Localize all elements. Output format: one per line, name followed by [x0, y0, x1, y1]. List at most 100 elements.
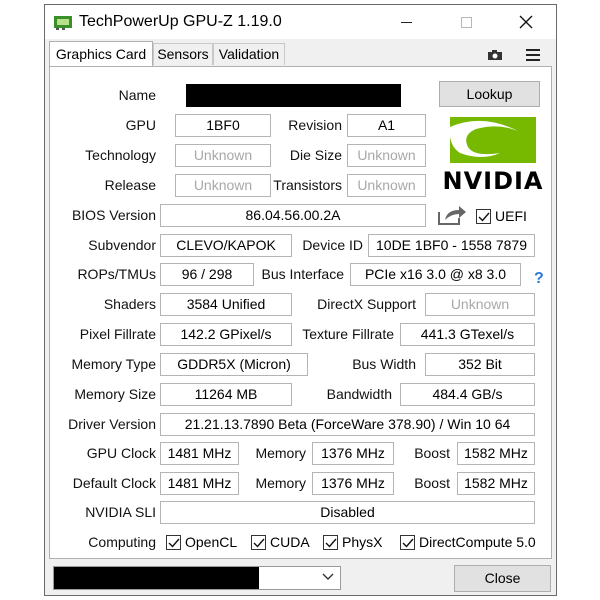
bandwidth-label: Bandwidth [326, 386, 392, 402]
bus-interface-field[interactable]: PCIe x16 3.0 @ x8 3.0 [350, 263, 521, 286]
technology-label: Technology [85, 147, 156, 163]
rops-tmus-field[interactable]: 96 / 298 [160, 263, 254, 286]
opencl-label: OpenCL [185, 534, 238, 550]
gpu-label: GPU [125, 117, 156, 133]
memory-size-label: Memory Size [74, 386, 156, 402]
physx-check-box[interactable] [323, 534, 338, 550]
memory-type-label: Memory Type [71, 356, 156, 372]
close-icon [519, 15, 533, 29]
tab-strip: Graphics Card Sensors Validation [45, 39, 556, 67]
nvidia-logo: NVIDIA [438, 115, 548, 195]
memory-type-field[interactable]: GDDR5X (Micron) [160, 353, 308, 376]
bios-version-field[interactable]: 86.04.56.00.2A [160, 204, 426, 227]
cuda-checkbox[interactable]: CUDA [251, 533, 310, 551]
checkmark-icon [168, 538, 180, 548]
release-label: Release [104, 177, 156, 193]
device-id-label: Device ID [302, 237, 363, 253]
minimize-button[interactable] [383, 5, 429, 39]
default-clock-field[interactable]: 1481 MHz [160, 472, 239, 495]
uefi-checkbox[interactable]: UEFI [476, 207, 527, 225]
texture-fillrate-label: Texture Fillrate [302, 326, 394, 342]
shaders-field[interactable]: 3584 Unified [160, 293, 292, 316]
memory-size-field[interactable]: 11264 MB [160, 383, 292, 406]
nvidia-eye-icon [449, 117, 536, 163]
gpu-memory-clock-label: Memory [255, 445, 306, 461]
technology-field[interactable]: Unknown [175, 144, 271, 167]
gpu-memory-clock-field[interactable]: 1376 MHz [312, 442, 394, 465]
tab-sensors[interactable]: Sensors [153, 43, 213, 65]
release-field[interactable]: Unknown [175, 174, 271, 197]
lookup-button[interactable]: Lookup [439, 81, 540, 107]
minimize-icon [400, 21, 412, 23]
checkmark-icon [253, 538, 265, 548]
transistors-field[interactable]: Unknown [347, 174, 426, 197]
directcompute-check-box[interactable] [400, 534, 415, 550]
computing-label: Computing [88, 534, 156, 550]
cuda-label: CUDA [270, 534, 310, 550]
die-size-field[interactable]: Unknown [347, 144, 426, 167]
driver-version-label: Driver Version [68, 416, 156, 432]
die-size-label: Die Size [289, 147, 342, 163]
nvidia-sli-label: NVIDIA SLI [85, 504, 156, 520]
shaders-label: Shaders [103, 296, 156, 312]
title-bar[interactable]: TechPowerUp GPU-Z 1.19.0 [45, 5, 556, 39]
directcompute-label: DirectCompute 5.0 [419, 534, 536, 550]
tab-graphics-card[interactable]: Graphics Card [49, 41, 153, 67]
bandwidth-field[interactable]: 484.4 GB/s [400, 383, 535, 406]
subvendor-field[interactable]: CLEVO/KAPOK [160, 234, 292, 257]
pixel-fillrate-label: Pixel Fillrate [79, 326, 156, 342]
gpu-select-dropdown[interactable] [53, 566, 341, 590]
opencl-check-box[interactable] [166, 534, 181, 550]
chevron-down-icon[interactable] [322, 573, 334, 581]
bus-interface-label: Bus Interface [261, 266, 345, 282]
subvendor-label: Subvendor [88, 237, 156, 253]
texture-fillrate-field[interactable]: 441.3 GTexel/s [400, 323, 535, 346]
camera-icon[interactable] [487, 49, 503, 61]
maximize-icon [460, 16, 472, 28]
physx-checkbox[interactable]: PhysX [323, 533, 382, 551]
tab-validation[interactable]: Validation [213, 43, 285, 65]
share-icon[interactable] [437, 204, 467, 226]
opencl-checkbox[interactable]: OpenCL [166, 533, 237, 551]
default-boost-clock-field[interactable]: 1582 MHz [457, 472, 535, 495]
physx-label: PhysX [342, 534, 383, 550]
gpu-select-value [54, 567, 259, 589]
default-clock-label: Default Clock [72, 475, 156, 491]
pixel-fillrate-field[interactable]: 142.2 GPixel/s [160, 323, 292, 346]
graphics-card-panel: Name Lookup GPU 1BF0 Revision A1 NVIDIA … [49, 66, 552, 559]
driver-version-field[interactable]: 21.21.13.7890 Beta (ForceWare 378.90) / … [160, 413, 535, 436]
default-boost-clock-label: Boost [414, 475, 450, 491]
gpu-boost-clock-field[interactable]: 1582 MHz [457, 442, 535, 465]
default-memory-clock-field[interactable]: 1376 MHz [312, 472, 394, 495]
name-field[interactable] [186, 84, 401, 107]
gpu-clock-field[interactable]: 1481 MHz [160, 442, 239, 465]
bus-width-label: Bus Width [352, 356, 416, 372]
bus-width-field[interactable]: 352 Bit [425, 353, 535, 376]
directx-support-label: DirectX Support [317, 296, 416, 312]
window-title: TechPowerUp GPU-Z 1.19.0 [79, 13, 282, 30]
revision-field[interactable]: A1 [347, 114, 426, 137]
close-button[interactable]: Close [454, 565, 551, 592]
checkmark-icon [402, 538, 414, 548]
transistors-label: Transistors [273, 177, 342, 193]
directx-support-field[interactable]: Unknown [425, 293, 535, 316]
uefi-label: UEFI [495, 208, 527, 224]
nvidia-sli-field[interactable]: Disabled [160, 501, 535, 524]
checkmark-icon [478, 212, 490, 222]
uefi-check-box[interactable] [476, 208, 491, 224]
device-id-field[interactable]: 10DE 1BF0 - 1558 7879 [368, 234, 535, 257]
gpu-boost-clock-label: Boost [414, 445, 450, 461]
nvidia-wordmark: NVIDIA [442, 167, 544, 195]
rops-tmus-label: ROPs/TMUs [77, 266, 156, 282]
gpu-field[interactable]: 1BF0 [175, 114, 271, 137]
cuda-check-box[interactable] [251, 534, 266, 550]
maximize-button[interactable] [443, 5, 489, 39]
name-label: Name [118, 87, 156, 103]
bios-version-label: BIOS Version [71, 207, 156, 223]
checkmark-icon [325, 538, 337, 548]
close-window-button[interactable] [503, 5, 549, 39]
directcompute-checkbox[interactable]: DirectCompute 5.0 [400, 533, 536, 551]
hamburger-menu-icon[interactable] [526, 49, 540, 61]
help-icon[interactable]: ? [534, 270, 544, 288]
revision-label: Revision [288, 117, 342, 133]
